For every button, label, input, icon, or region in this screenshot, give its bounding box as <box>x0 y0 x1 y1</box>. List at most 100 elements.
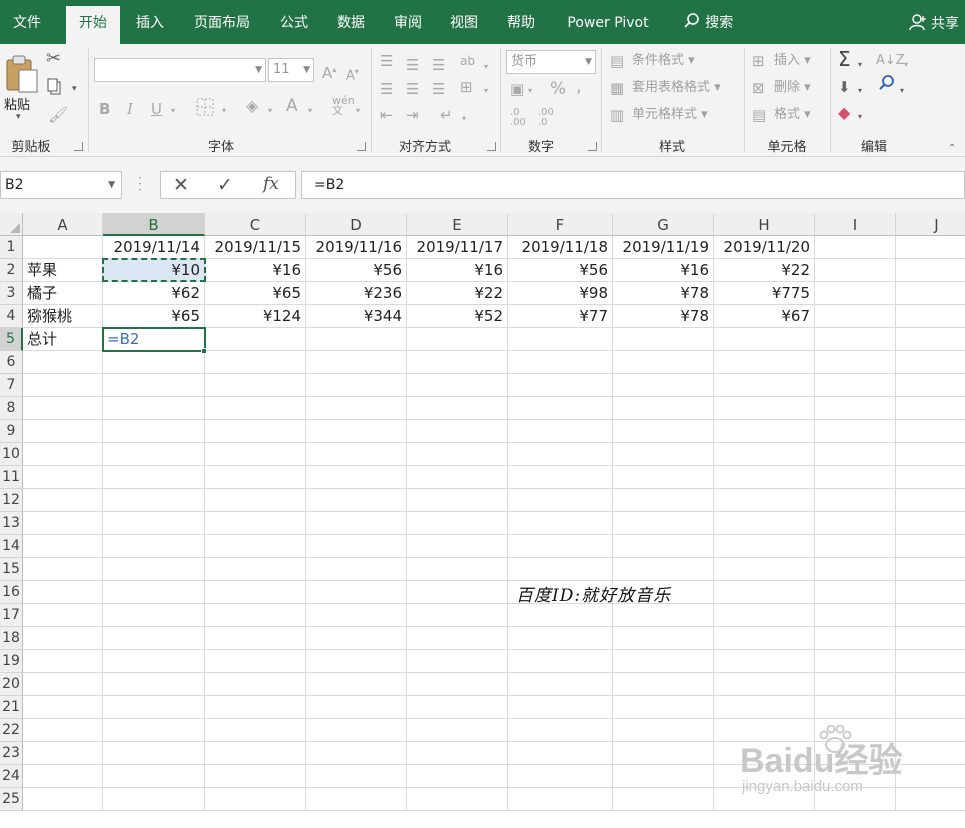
cell-d10[interactable] <box>306 443 407 466</box>
cell-c17[interactable] <box>205 604 306 627</box>
align-left-icon[interactable]: ☰ <box>380 80 393 98</box>
cell-a21[interactable] <box>23 696 103 719</box>
cell-j17[interactable] <box>896 604 965 627</box>
cell-c7[interactable] <box>205 374 306 397</box>
row-header-1[interactable]: 1 <box>0 236 23 259</box>
cell-a15[interactable] <box>23 558 103 581</box>
fill-color-dropdown-icon[interactable]: ▾ <box>268 102 272 120</box>
cell-d6[interactable] <box>306 351 407 374</box>
tab-formulas[interactable]: 公式 <box>268 0 320 44</box>
format-as-table-button[interactable]: 套用表格格式 ▾ <box>632 80 721 96</box>
cell-e2[interactable]: ¥16 <box>407 259 508 282</box>
cut-icon[interactable]: ✂ <box>46 50 61 68</box>
cell-h7[interactable] <box>714 374 815 397</box>
phonetic-dropdown-icon[interactable]: ▾ <box>356 102 360 120</box>
select-all-button[interactable] <box>0 213 23 236</box>
row-header-10[interactable]: 10 <box>0 443 23 466</box>
cell-e19[interactable] <box>407 650 508 673</box>
cell-g23[interactable] <box>613 742 714 765</box>
cell-c8[interactable] <box>205 397 306 420</box>
number-launcher-icon[interactable] <box>588 142 597 151</box>
cell-b17[interactable] <box>103 604 205 627</box>
fill-dropdown-icon[interactable]: ▾ <box>858 82 862 100</box>
row-header-8[interactable]: 8 <box>0 397 23 420</box>
cell-c19[interactable] <box>205 650 306 673</box>
cell-g2[interactable]: ¥16 <box>613 259 714 282</box>
cell-e13[interactable] <box>407 512 508 535</box>
cell-i8[interactable] <box>815 397 896 420</box>
cell-h3[interactable]: ¥775 <box>714 282 815 305</box>
cell-g6[interactable] <box>613 351 714 374</box>
cell-i15[interactable] <box>815 558 896 581</box>
cell-b12[interactable] <box>103 489 205 512</box>
cell-i19[interactable] <box>815 650 896 673</box>
cell-f20[interactable] <box>508 673 613 696</box>
row-header-17[interactable]: 17 <box>0 604 23 627</box>
cell-a2[interactable]: 苹果 <box>23 259 103 282</box>
orientation-icon[interactable]: ab <box>460 52 475 70</box>
cell-b7[interactable] <box>103 374 205 397</box>
align-middle-icon[interactable]: ☰ <box>406 56 419 74</box>
cell-j22[interactable] <box>896 719 965 742</box>
cell-a23[interactable] <box>23 742 103 765</box>
font-name-combo[interactable]: ▼ <box>94 58 266 82</box>
cell-j12[interactable] <box>896 489 965 512</box>
cell-h4[interactable]: ¥67 <box>714 305 815 328</box>
cell-f2[interactable]: ¥56 <box>508 259 613 282</box>
cell-b6[interactable] <box>103 351 205 374</box>
cell-f13[interactable] <box>508 512 613 535</box>
cell-i10[interactable] <box>815 443 896 466</box>
cell-e6[interactable] <box>407 351 508 374</box>
cell-g7[interactable] <box>613 374 714 397</box>
cell-e17[interactable] <box>407 604 508 627</box>
fill-color-icon[interactable]: ◈ <box>246 97 258 115</box>
cell-j21[interactable] <box>896 696 965 719</box>
row-header-15[interactable]: 15 <box>0 558 23 581</box>
row-header-6[interactable]: 6 <box>0 351 23 374</box>
cell-c15[interactable] <box>205 558 306 581</box>
cell-a17[interactable] <box>23 604 103 627</box>
cell-d4[interactable]: ¥344 <box>306 305 407 328</box>
column-header-h[interactable]: H <box>714 213 815 236</box>
cell-j10[interactable] <box>896 443 965 466</box>
cell-c10[interactable] <box>205 443 306 466</box>
cell-b16[interactable] <box>103 581 205 604</box>
tab-home[interactable]: 开始 <box>66 6 120 44</box>
cell-a14[interactable] <box>23 535 103 558</box>
row-header-11[interactable]: 11 <box>0 466 23 489</box>
cell-i13[interactable] <box>815 512 896 535</box>
column-header-c[interactable]: C <box>205 213 306 236</box>
cell-g20[interactable] <box>613 673 714 696</box>
cell-c24[interactable] <box>205 765 306 788</box>
cell-b20[interactable] <box>103 673 205 696</box>
cell-j23[interactable] <box>896 742 965 765</box>
cell-h9[interactable] <box>714 420 815 443</box>
tab-page-layout[interactable]: 页面布局 <box>180 0 264 44</box>
cell-a12[interactable] <box>23 489 103 512</box>
cell-h2[interactable]: ¥22 <box>714 259 815 282</box>
cell-e16[interactable] <box>407 581 508 604</box>
cell-c23[interactable] <box>205 742 306 765</box>
cell-b21[interactable] <box>103 696 205 719</box>
cell-b11[interactable] <box>103 466 205 489</box>
insert-cells-button[interactable]: 插入 ▾ <box>774 53 811 69</box>
cell-g25[interactable] <box>613 788 714 811</box>
cell-e5[interactable] <box>407 328 508 351</box>
cell-d15[interactable] <box>306 558 407 581</box>
cell-c20[interactable] <box>205 673 306 696</box>
cell-d3[interactable]: ¥236 <box>306 282 407 305</box>
cell-g4[interactable]: ¥78 <box>613 305 714 328</box>
cell-e23[interactable] <box>407 742 508 765</box>
cell-i6[interactable] <box>815 351 896 374</box>
cell-e1[interactable]: 2019/11/17 <box>407 236 508 259</box>
cell-i4[interactable] <box>815 305 896 328</box>
column-header-e[interactable]: E <box>407 213 508 236</box>
cell-b4[interactable]: ¥65 <box>103 305 205 328</box>
cell-g12[interactable] <box>613 489 714 512</box>
cell-a25[interactable] <box>23 788 103 811</box>
cell-h20[interactable] <box>714 673 815 696</box>
cell-d20[interactable] <box>306 673 407 696</box>
cell-g8[interactable] <box>613 397 714 420</box>
tell-me-search[interactable]: 搜索 <box>676 0 740 44</box>
cell-j11[interactable] <box>896 466 965 489</box>
